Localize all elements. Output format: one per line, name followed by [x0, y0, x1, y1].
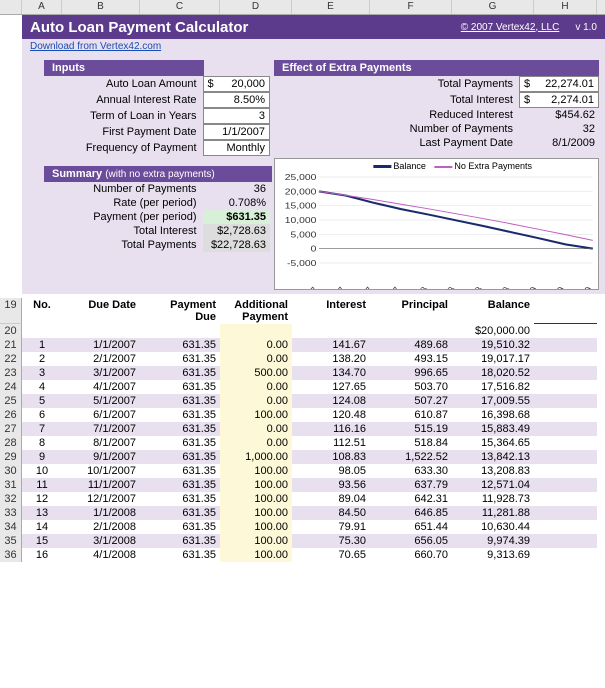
svg-text:25,000: 25,000 — [285, 173, 317, 182]
copyright-link[interactable]: © 2007 Vertex42, LLC — [461, 22, 560, 33]
additional-payment-cell[interactable]: 500.00 — [220, 366, 292, 380]
additional-payment-cell[interactable]: 100.00 — [220, 506, 292, 520]
input-label: Frequency of Payment — [22, 141, 203, 155]
input-label: Term of Loan in Years — [22, 109, 203, 123]
effects-header: Effect of Extra Payments — [274, 60, 599, 76]
svg-text:-5,000: -5,000 — [287, 259, 316, 268]
effect-label: Number of Payments — [274, 122, 519, 136]
svg-text:15,000: 15,000 — [285, 202, 317, 211]
svg-text:Oct-07: Oct-07 — [378, 286, 403, 290]
effect-label: Total Payments — [274, 77, 519, 91]
additional-payment-cell[interactable]: 100.00 — [220, 548, 292, 562]
summary-value: $22,728.63 — [203, 238, 270, 252]
input-label: First Payment Date — [22, 125, 203, 139]
additional-payment-cell[interactable]: 0.00 — [220, 422, 292, 436]
spreadsheet: ABCDEFGH Auto Loan Payment Calculator © … — [0, 0, 605, 562]
additional-payment-cell[interactable]: 100.00 — [220, 464, 292, 478]
input-value[interactable]: 8.50% — [203, 92, 271, 108]
svg-text:20,000: 20,000 — [285, 187, 317, 196]
effect-value: 8/1/2009 — [519, 136, 599, 150]
svg-text:10,000: 10,000 — [285, 216, 317, 225]
effect-label: Total Interest — [274, 93, 519, 107]
balance-chart: Balance No Extra Payments 25,000 20,000 15… — [274, 158, 599, 290]
additional-payment-cell[interactable]: 0.00 — [220, 352, 292, 366]
summary-label: Number of Payments — [22, 182, 203, 196]
effect-value: $22,274.01 — [519, 76, 599, 92]
additional-payment-cell[interactable]: 100.00 — [220, 478, 292, 492]
version-label: v 1.0 — [575, 22, 597, 33]
svg-text:Apr-08: Apr-08 — [433, 286, 458, 290]
summary-label: Payment (per period) — [22, 210, 203, 224]
svg-text:5,000: 5,000 — [290, 230, 316, 239]
svg-text:Jan-07: Jan-07 — [295, 286, 320, 290]
input-value[interactable]: 1/1/2007 — [203, 124, 271, 140]
additional-payment-cell[interactable]: 0.00 — [220, 436, 292, 450]
column-headers: ABCDEFGH — [0, 0, 605, 15]
input-label: Auto Loan Amount — [22, 77, 203, 91]
summary-label: Total Payments — [22, 238, 203, 252]
svg-text:Jan-09: Jan-09 — [515, 286, 540, 290]
summary-label: Rate (per period) — [22, 196, 203, 210]
inputs-header: Inputs — [44, 60, 204, 76]
download-link[interactable]: Download from Vertex42.com — [22, 39, 169, 54]
input-value[interactable]: Monthly — [203, 140, 271, 156]
svg-text:Apr-09: Apr-09 — [542, 286, 567, 290]
starting-balance: $20,000.00 — [452, 324, 534, 338]
svg-text:Jul-08: Jul-08 — [461, 286, 485, 290]
summary-label: Total Interest — [22, 224, 203, 238]
input-label: Annual Interest Rate — [22, 93, 203, 107]
summary-value: $2,728.63 — [203, 224, 270, 238]
additional-payment-cell[interactable]: 100.00 — [220, 408, 292, 422]
summary-value: 36 — [203, 182, 270, 196]
svg-text:Jul-09: Jul-09 — [571, 286, 595, 290]
additional-payment-cell[interactable]: 100.00 — [220, 492, 292, 506]
svg-text:Oct-08: Oct-08 — [487, 286, 512, 290]
effect-value: $454.62 — [519, 108, 599, 122]
svg-text:Jan-08: Jan-08 — [405, 286, 430, 290]
input-value[interactable]: 3 — [203, 108, 271, 124]
additional-payment-cell[interactable]: 0.00 — [220, 338, 292, 352]
additional-payment-cell[interactable]: 0.00 — [220, 394, 292, 408]
additional-payment-cell[interactable]: 0.00 — [220, 380, 292, 394]
effect-value: $2,274.01 — [519, 92, 599, 108]
page-title: Auto Loan Payment Calculator — [30, 19, 248, 36]
chart-legend: Balance No Extra Payments — [373, 161, 532, 171]
additional-payment-cell[interactable]: 1,000.00 — [220, 450, 292, 464]
svg-text:Jul-07: Jul-07 — [352, 286, 376, 290]
svg-text:Apr-07: Apr-07 — [323, 286, 348, 290]
summary-value: 0.708% — [203, 196, 270, 210]
summary-header: Summary (with no extra payments) — [44, 166, 272, 182]
input-value[interactable]: $20,000 — [203, 76, 271, 92]
svg-text:0: 0 — [311, 245, 317, 254]
effect-label: Reduced Interest — [274, 108, 519, 122]
amortization-table: 19No.Due DatePaymentDueAdditionalPayment… — [0, 298, 605, 562]
summary-value: $631.35 — [203, 210, 270, 224]
effect-label: Last Payment Date — [274, 136, 519, 150]
effect-value: 32 — [519, 122, 599, 136]
title-bar: Auto Loan Payment Calculator © 2007 Vert… — [22, 15, 605, 39]
additional-payment-cell[interactable]: 100.00 — [220, 520, 292, 534]
additional-payment-cell[interactable]: 100.00 — [220, 534, 292, 548]
